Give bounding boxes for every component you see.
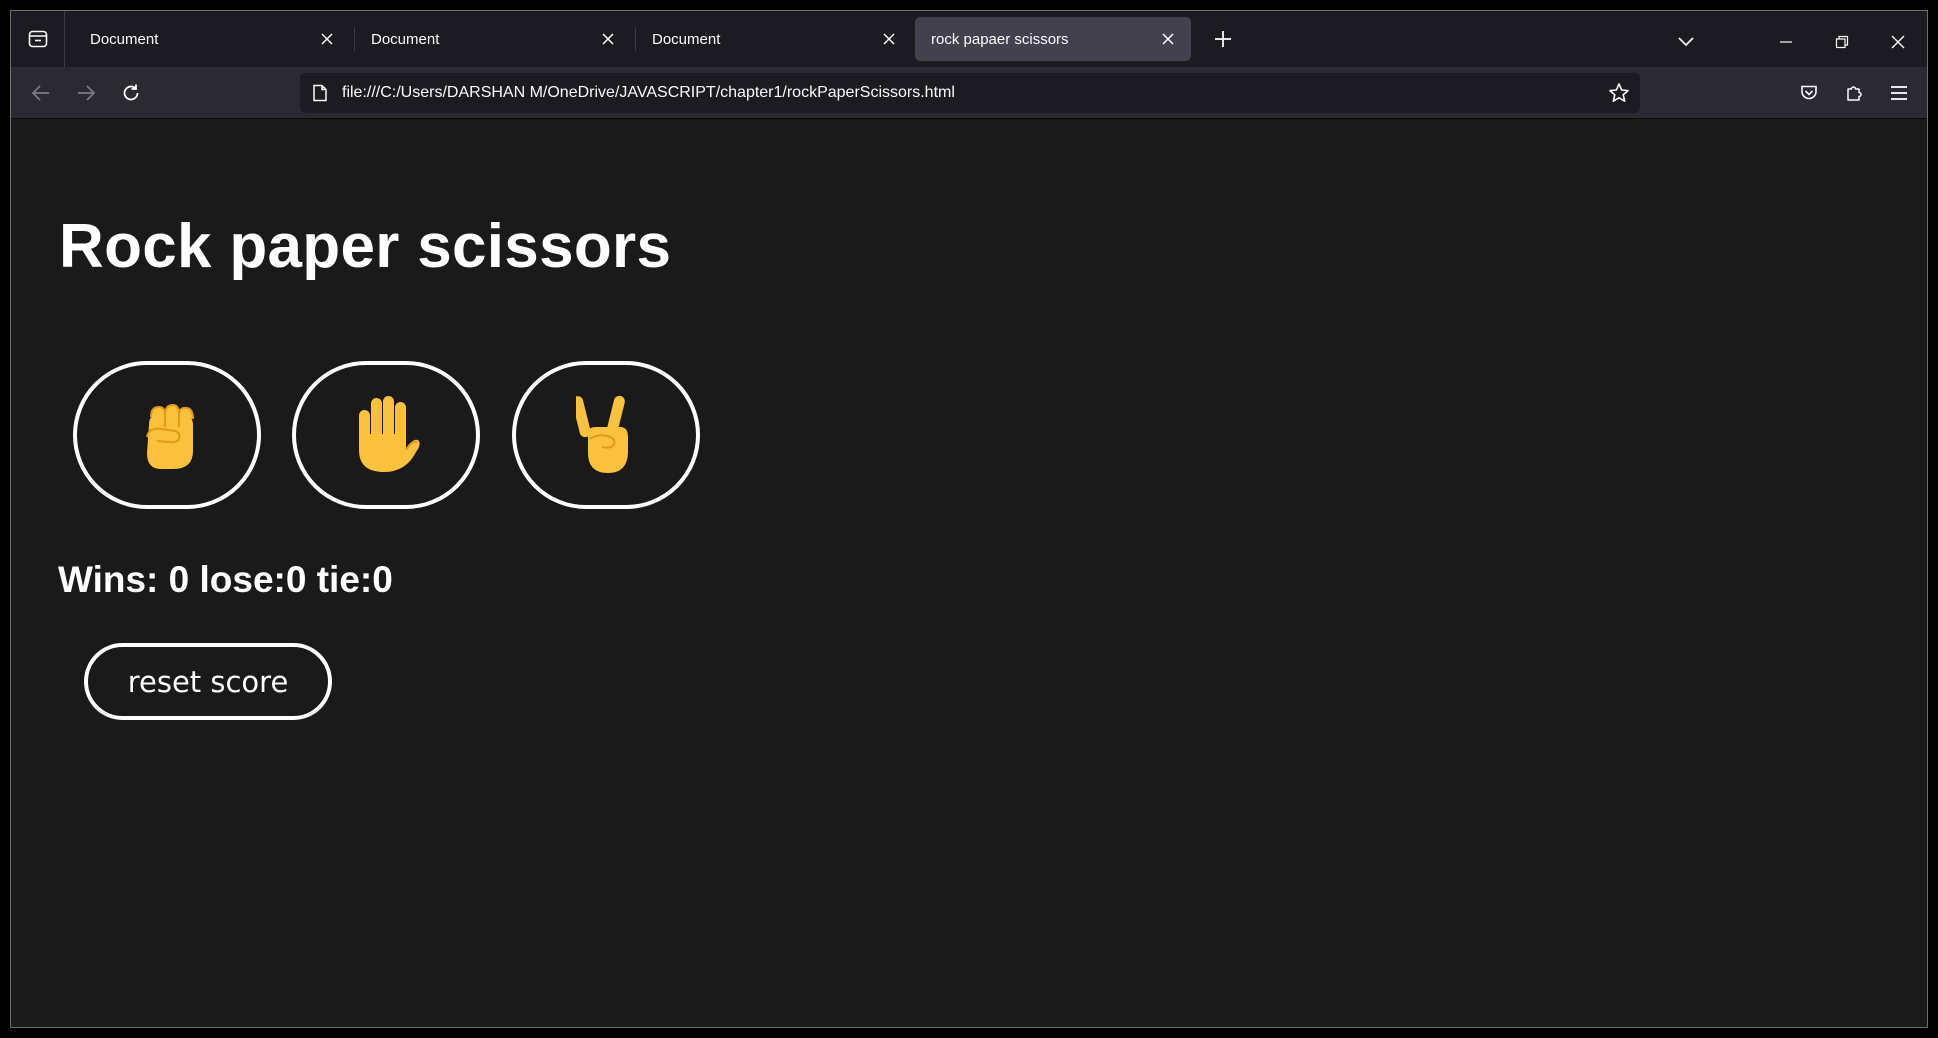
restore-icon[interactable] [1835, 35, 1849, 49]
bookmark-star-icon[interactable] [1608, 82, 1630, 104]
tab-rock-paper-scissors[interactable]: rock papaer scissors [915, 17, 1191, 61]
navigation-bar: file:///C:/Users/DARSHAN M/OneDrive/JAVA… [11, 67, 1927, 119]
minimize-icon[interactable] [1779, 35, 1793, 49]
chevron-down-icon[interactable] [1677, 36, 1695, 48]
tab-title: Document [371, 30, 440, 48]
close-window-icon[interactable] [1891, 35, 1905, 49]
back-arrow-icon[interactable] [29, 81, 53, 105]
fist-icon [135, 395, 199, 476]
paper-button[interactable] [292, 361, 480, 509]
raised-hand-icon [350, 394, 422, 477]
tab-title: Document [652, 30, 721, 48]
close-icon[interactable] [318, 30, 336, 48]
browser-window: Document Document Document rock papaer s… [10, 10, 1928, 1028]
firefox-view-button[interactable] [11, 11, 65, 67]
page-content: Rock paper scissors Wins: 0 lose:0 tie:0… [11, 119, 1927, 1027]
pocket-icon[interactable] [1797, 81, 1821, 105]
tab-title: rock papaer scissors [931, 30, 1069, 48]
extensions-icon[interactable] [1842, 81, 1866, 105]
page-title: Rock paper scissors [59, 212, 672, 281]
menu-hamburger-icon[interactable] [1887, 81, 1911, 105]
scissors-button[interactable] [512, 361, 700, 509]
rock-button[interactable] [73, 361, 261, 509]
close-icon[interactable] [880, 30, 898, 48]
tab-document-1[interactable]: Document [74, 17, 350, 61]
firefox-view-icon [27, 28, 49, 50]
close-icon[interactable] [599, 30, 617, 48]
page-icon [312, 84, 328, 102]
forward-arrow-icon[interactable] [74, 81, 98, 105]
score-text: Wins: 0 lose:0 tie:0 [58, 559, 393, 600]
tab-document-3[interactable]: Document [636, 17, 912, 61]
tab-document-2[interactable]: Document [355, 17, 631, 61]
close-icon[interactable] [1159, 30, 1177, 48]
reset-score-button[interactable]: reset score [84, 643, 332, 720]
tab-bar: Document Document Document rock papaer s… [11, 11, 1927, 67]
url-text[interactable]: file:///C:/Users/DARSHAN M/OneDrive/JAVA… [342, 84, 955, 102]
reload-icon[interactable] [119, 81, 143, 105]
victory-hand-icon [572, 393, 636, 478]
new-tab-plus-icon[interactable] [1211, 27, 1235, 51]
url-bar[interactable]: file:///C:/Users/DARSHAN M/OneDrive/JAVA… [300, 73, 1640, 113]
tab-title: Document [90, 30, 159, 48]
